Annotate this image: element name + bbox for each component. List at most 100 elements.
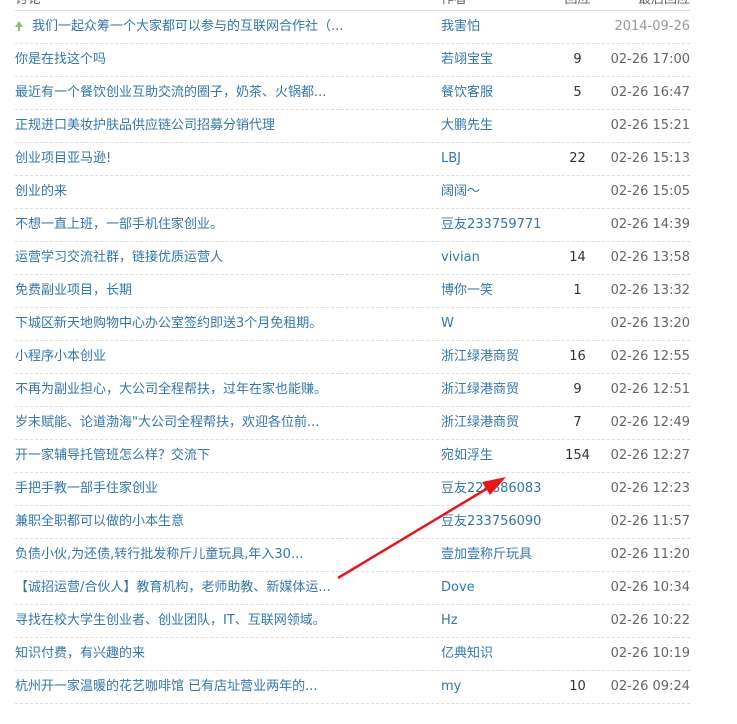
topic-table: 讨论 作者 回应 最后回应 我们一起众筹一个大家都可以参与的互联网合作社（...…: [15, 0, 690, 704]
topic-author-cell: Dove: [441, 572, 561, 604]
topic-author-cell: 我害怕: [441, 11, 561, 43]
author-link[interactable]: 我害怕: [441, 19, 480, 34]
topic-title-cell: 【诚招运营/合伙人】教育机构，老师助教、新媒体运...: [15, 572, 420, 604]
author-link[interactable]: 浙江绿港商贸: [441, 349, 519, 364]
topic-row: 免费副业项目，长期 博你一笑 1 02-26 13:32: [15, 275, 690, 308]
last-reply-time: 2014-09-26: [614, 19, 690, 34]
last-reply-time: 02-26 09:24: [610, 679, 690, 694]
header-replies: 回应: [560, 0, 595, 11]
reply-count: 9: [573, 382, 582, 397]
author-link[interactable]: 豆友233756090: [441, 514, 541, 529]
author-link[interactable]: 若翊宝宝: [441, 52, 493, 67]
topic-author-cell: LBJ: [441, 143, 561, 175]
topic-row: 岁末赋能、论道渤海"大公司全程帮扶，欢迎各位前... 浙江绿港商贸 7 02-26 1…: [15, 407, 690, 440]
topic-title-link[interactable]: 知识付费，有兴趣的来: [15, 646, 145, 661]
reply-count: 154: [565, 448, 590, 463]
last-reply-time: 02-26 13:20: [610, 316, 690, 331]
topic-author-cell: 壹加壹称斤玩具: [441, 539, 561, 571]
author-link[interactable]: 博你一笑: [441, 283, 493, 298]
author-link[interactable]: LBJ: [441, 151, 461, 166]
topic-title-link[interactable]: 开一家辅导托管班怎么样？交流下: [15, 448, 210, 463]
header-title: 讨论: [15, 0, 420, 11]
topic-title-cell: 开一家辅导托管班怎么样？交流下: [15, 440, 420, 472]
author-link[interactable]: 亿典知识: [441, 646, 493, 661]
author-link[interactable]: W: [441, 316, 454, 331]
topic-title-link[interactable]: 手把手教一部手住家创业: [15, 481, 158, 496]
author-link[interactable]: vivian: [441, 250, 480, 265]
topic-title-cell: 最近有一个餐饮创业互助交流的圈子，奶茶、火锅都...: [15, 77, 420, 109]
topic-row: 【诚招运营/合伙人】教育机构，老师助教、新媒体运... Dove 02-26 10:…: [15, 572, 690, 605]
author-link[interactable]: 餐饮客服: [441, 85, 493, 100]
topic-title-link[interactable]: 杭州开一家温暖的花艺咖啡馆 已有店址营业两年的...: [15, 679, 318, 694]
author-link[interactable]: 阔阔～: [441, 184, 480, 199]
topic-title-link[interactable]: 下城区新天地购物中心办公室签约即送3个月免租期。: [15, 316, 322, 331]
author-link[interactable]: 大鹏先生: [441, 118, 493, 133]
topic-title-link[interactable]: 正规进口美妆护肤品供应链公司招募分销代理: [15, 118, 275, 133]
last-reply-time: 02-26 12:51: [610, 382, 690, 397]
author-link[interactable]: 宛如浮生: [441, 448, 493, 463]
topic-author-cell: 豆友233759771: [441, 209, 561, 241]
reply-count: 22: [569, 151, 586, 166]
topic-title-link[interactable]: 创业项目亚马逊!: [15, 151, 111, 166]
topic-title-link[interactable]: 负债小伙,为还债,转行批发称斤儿童玩具,年入30...: [15, 547, 303, 562]
topic-title-cell: 岁末赋能、论道渤海"大公司全程帮扶，欢迎各位前...: [15, 407, 420, 439]
topic-title-cell: 不想一直上班，一部手机住家创业。: [15, 209, 420, 241]
author-link[interactable]: Dove: [441, 580, 475, 595]
topic-author-cell: 亿典知识: [441, 638, 561, 670]
topic-row: 创业项目亚马逊! LBJ 22 02-26 15:13: [15, 143, 690, 176]
topic-title-link[interactable]: 你是在找这个吗: [15, 52, 106, 67]
topic-row: 手把手教一部手住家创业 豆友224886083 02-26 12:23: [15, 473, 690, 506]
author-link[interactable]: my: [441, 679, 461, 694]
author-link[interactable]: 浙江绿港商贸: [441, 382, 519, 397]
topic-author-cell: 博你一笑: [441, 275, 561, 307]
topic-row: 运营学习交流社群，链接优质运营人 vivian 14 02-26 13:58: [15, 242, 690, 275]
last-reply-time: 02-26 12:27: [610, 448, 690, 463]
topic-title-link[interactable]: 运营学习交流社群，链接优质运营人: [15, 250, 223, 265]
topic-row: 兼职全职都可以做的小本生意 豆友233756090 02-26 11:57: [15, 506, 690, 539]
topic-author-cell: 宛如浮生: [441, 440, 561, 472]
last-reply-time: 02-26 15:05: [610, 184, 690, 199]
topic-title-link[interactable]: 不再为副业担心，大公司全程帮扶，过年在家也能赚。: [15, 382, 327, 397]
topic-author-cell: 浙江绿港商贸: [441, 374, 561, 406]
topic-row: 创业的来 阔阔～ 02-26 15:05: [15, 176, 690, 209]
last-reply-time: 02-26 13:58: [610, 250, 690, 265]
topic-title-cell: 不再为副业担心，大公司全程帮扶，过年在家也能赚。: [15, 374, 420, 406]
author-link[interactable]: 豆友233759771: [441, 217, 541, 232]
topic-title-cell: 你是在找这个吗: [15, 44, 420, 76]
topic-title-cell: 知识付费，有兴趣的来: [15, 638, 420, 670]
author-link[interactable]: 豆友224886083: [441, 481, 541, 496]
topic-title-cell: 手把手教一部手住家创业: [15, 473, 420, 505]
topic-row: 小程序小本创业 浙江绿港商贸 16 02-26 12:55: [15, 341, 690, 374]
header-author: 作者: [441, 0, 561, 11]
topic-title-cell: 下城区新天地购物中心办公室签约即送3个月免租期。: [15, 308, 420, 340]
topic-list: 我们一起众筹一个大家都可以参与的互联网合作社（... 我害怕 2014-09-26 你…: [15, 11, 690, 704]
pinned-up-arrow-icon: [15, 21, 23, 31]
topic-title-link[interactable]: 寻找在校大学生创业者、创业团队，IT、互联网领域。: [15, 613, 326, 628]
topic-title-cell: 杭州开一家温暖的花艺咖啡馆 已有店址营业两年的...: [15, 671, 420, 703]
topic-row: 知识付费，有兴趣的来 亿典知识 02-26 10:19: [15, 638, 690, 671]
topic-author-cell: Hz: [441, 605, 561, 637]
topic-title-link[interactable]: 【诚招运营/合伙人】教育机构，老师助教、新媒体运...: [15, 580, 331, 595]
last-reply-time: 02-26 15:21: [610, 118, 690, 133]
author-link[interactable]: 浙江绿港商贸: [441, 415, 519, 430]
topic-author-cell: W: [441, 308, 561, 340]
topic-title-link[interactable]: 不想一直上班，一部手机住家创业。: [15, 217, 223, 232]
topic-title-link[interactable]: 小程序小本创业: [15, 349, 106, 364]
topic-title-link[interactable]: 创业的来: [15, 184, 67, 199]
last-reply-time: 02-26 14:39: [610, 217, 690, 232]
topic-title-cell: 寻找在校大学生创业者、创业团队，IT、互联网领域。: [15, 605, 420, 637]
last-reply-time: 02-26 10:22: [610, 613, 690, 628]
last-reply-time: 02-26 16:47: [610, 85, 690, 100]
author-link[interactable]: Hz: [441, 613, 458, 628]
topic-row: 寻找在校大学生创业者、创业团队，IT、互联网领域。 Hz 02-26 10:22: [15, 605, 690, 638]
topic-title-link[interactable]: 兼职全职都可以做的小本生意: [15, 514, 184, 529]
topic-title-link[interactable]: 免费副业项目，长期: [15, 283, 132, 298]
reply-count: 10: [569, 679, 586, 694]
topic-row: 杭州开一家温暖的花艺咖啡馆 已有店址营业两年的... my 10 02-26 09:2…: [15, 671, 690, 704]
topic-row: 不再为副业担心，大公司全程帮扶，过年在家也能赚。 浙江绿港商贸 9 02-26 12:…: [15, 374, 690, 407]
topic-author-cell: 大鹏先生: [441, 110, 561, 142]
topic-title-link[interactable]: 我们一起众筹一个大家都可以参与的互联网合作社（...: [32, 19, 343, 34]
topic-title-link[interactable]: 岁末赋能、论道渤海"大公司全程帮扶，欢迎各位前...: [15, 415, 319, 430]
author-link[interactable]: 壹加壹称斤玩具: [441, 547, 532, 562]
topic-title-link[interactable]: 最近有一个餐饮创业互助交流的圈子，奶茶、火锅都...: [15, 85, 326, 100]
